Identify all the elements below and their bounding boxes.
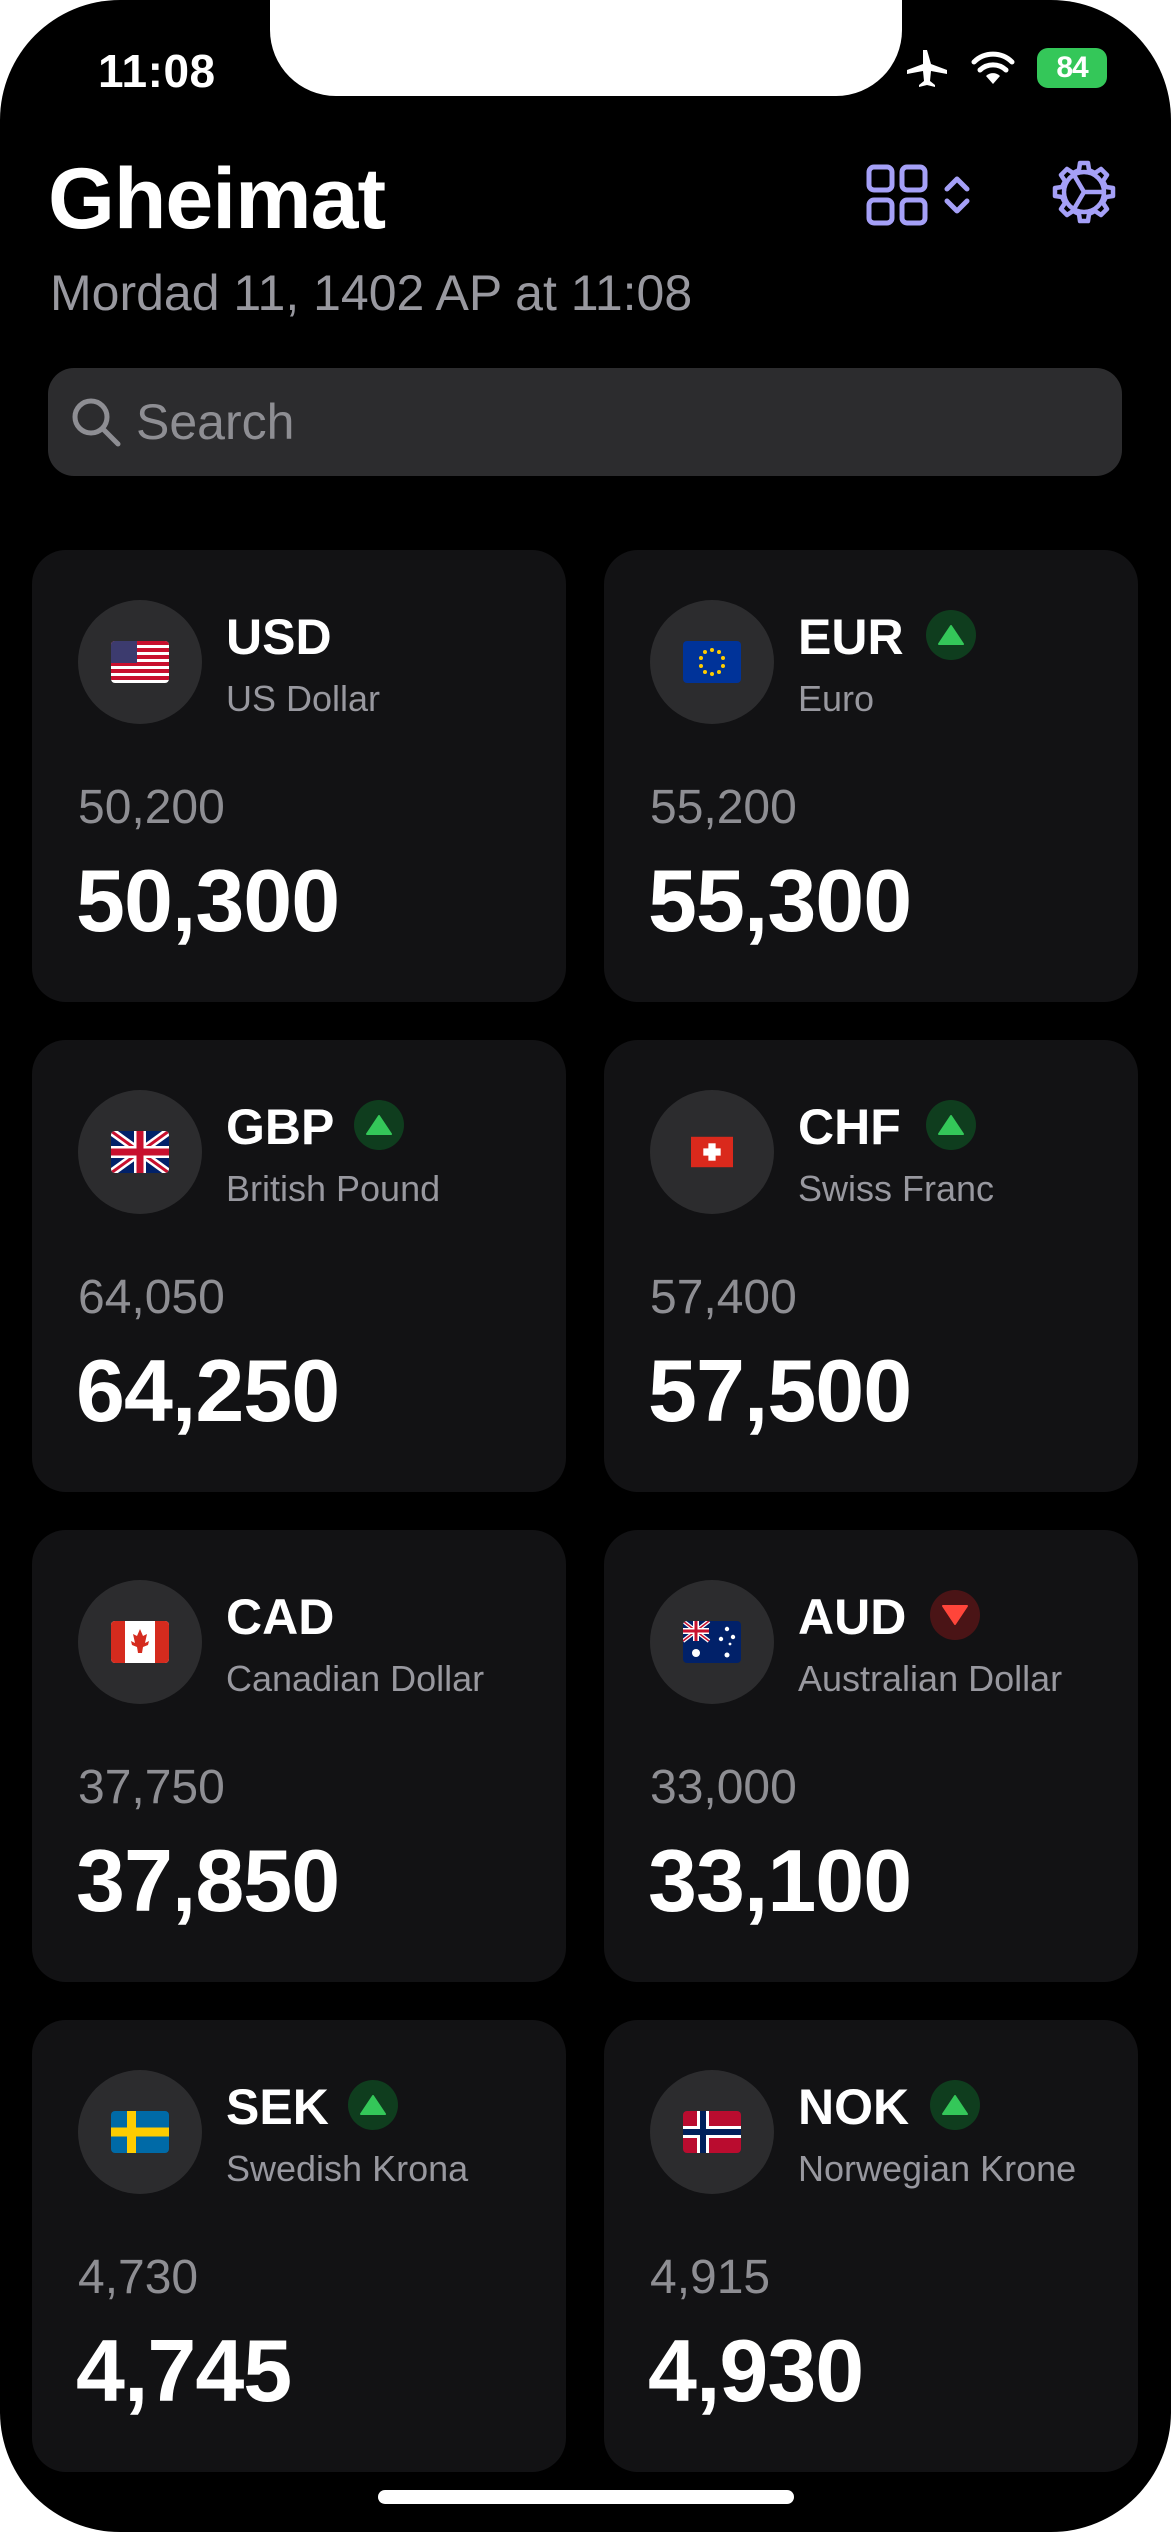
flag-badge xyxy=(650,2070,774,2194)
currency-card-aud[interactable]: AUD Australian Dollar 33,000 33,100 xyxy=(604,1530,1138,1982)
currency-card-usd[interactable]: USD US Dollar 50,200 50,300 xyxy=(32,550,566,1002)
currency-name: Euro xyxy=(798,678,875,719)
flag-badge xyxy=(78,600,202,724)
currency-card-sek[interactable]: SEK Swedish Krona 4,730 4,745 xyxy=(32,2020,566,2472)
currency-code: EUR xyxy=(798,609,904,665)
notch xyxy=(270,0,902,96)
trend-up-badge xyxy=(926,1100,976,1150)
currency-name: Canadian Dollar xyxy=(226,1658,485,1699)
triangle-up-icon xyxy=(360,2095,386,2115)
flag-badge xyxy=(78,1580,202,1704)
flag-badge xyxy=(78,2070,202,2194)
triangle-down-icon xyxy=(942,1605,968,1625)
uk-flag-icon xyxy=(111,1131,169,1173)
currency-card-gbp[interactable]: GBP British Pound 64,050 64,250 xyxy=(32,1040,566,1492)
triangle-up-icon xyxy=(938,625,964,645)
buy-price: 4,915 xyxy=(650,2251,771,2304)
sell-price: 64,250 xyxy=(76,1341,340,1440)
buy-price: 4,730 xyxy=(78,2251,199,2304)
trend-up-badge xyxy=(926,610,976,660)
currency-card-eur[interactable]: EUR Euro 55,200 55,300 xyxy=(604,550,1138,1002)
ca-flag-icon xyxy=(111,1621,169,1663)
battery-level: 84 xyxy=(1056,51,1088,84)
trend-down-badge xyxy=(930,1590,980,1640)
no-flag-icon xyxy=(683,2111,741,2153)
currency-card-chf[interactable]: CHF Swiss Franc 57,400 57,500 xyxy=(604,1040,1138,1492)
flag-badge xyxy=(650,1580,774,1704)
currency-card-nok[interactable]: NOK Norwegian Krone 4,915 4,930 xyxy=(604,2020,1138,2472)
buy-price: 37,750 xyxy=(78,1761,225,1814)
buy-price: 57,400 xyxy=(650,1271,797,1324)
eu-flag-icon xyxy=(683,641,741,683)
currency-name: Norwegian Krone xyxy=(798,2148,1077,2189)
search-field[interactable]: Search xyxy=(48,368,1122,476)
search-icon xyxy=(72,398,121,447)
layout-toggle-button[interactable] xyxy=(866,160,986,230)
buy-price: 50,200 xyxy=(78,781,225,834)
currency-name: US Dollar xyxy=(226,678,381,719)
currency-card-cad[interactable]: CAD Canadian Dollar 37,750 37,850 xyxy=(32,1530,566,1982)
buy-price: 55,200 xyxy=(650,781,797,834)
sell-price: 57,500 xyxy=(648,1341,912,1440)
currency-name: British Pound xyxy=(226,1168,441,1209)
currency-code: SEK xyxy=(226,2079,329,2135)
trend-up-badge xyxy=(930,2080,980,2130)
currency-code: USD xyxy=(226,609,332,665)
home-indicator[interactable] xyxy=(378,2490,794,2504)
search-placeholder: Search xyxy=(136,394,295,450)
sell-price: 4,930 xyxy=(648,2321,864,2420)
triangle-up-icon xyxy=(942,2095,968,2115)
flag-badge xyxy=(78,1090,202,1214)
currency-code: GBP xyxy=(226,1099,335,1155)
phone-screen: 11:08 84 Gheimat Mordad 11, 1402 AP at 1… xyxy=(0,0,1171,2532)
sell-price: 33,100 xyxy=(648,1831,912,1930)
wifi-icon xyxy=(971,51,1015,84)
buy-price: 64,050 xyxy=(78,1271,225,1324)
status-icons: 84 xyxy=(905,48,1107,88)
currency-name: Swedish Krona xyxy=(226,2148,469,2189)
us-flag-icon xyxy=(111,641,169,683)
sell-price: 37,850 xyxy=(76,1831,340,1930)
trend-up-badge xyxy=(348,2080,398,2130)
chevron-up-down-icon xyxy=(944,176,970,214)
currency-code: AUD xyxy=(798,1589,907,1645)
currency-code: CHF xyxy=(798,1099,901,1155)
page-title: Gheimat xyxy=(48,151,386,247)
currency-name: Swiss Franc xyxy=(798,1168,995,1209)
flag-badge xyxy=(650,600,774,724)
flag-badge xyxy=(650,1090,774,1214)
se-flag-icon xyxy=(111,2111,169,2153)
triangle-up-icon xyxy=(366,1115,392,1135)
battery-indicator: 84 xyxy=(1037,48,1107,88)
au-flag-icon xyxy=(683,1621,741,1663)
buy-price: 33,000 xyxy=(650,1761,797,1814)
trend-up-badge xyxy=(354,1100,404,1150)
settings-gear-icon[interactable] xyxy=(1052,160,1116,224)
currency-name: Australian Dollar xyxy=(798,1658,1063,1699)
ch-flag-icon xyxy=(691,1136,733,1168)
sell-price: 50,300 xyxy=(76,851,340,950)
grid-icon xyxy=(866,164,928,226)
sell-price: 4,745 xyxy=(76,2321,292,2420)
sell-price: 55,300 xyxy=(648,851,912,950)
currency-code: CAD xyxy=(226,1589,335,1645)
currency-code: NOK xyxy=(798,2079,910,2135)
last-updated-date: Mordad 11, 1402 AP at 11:08 xyxy=(50,265,693,321)
triangle-up-icon xyxy=(938,1115,964,1135)
status-time: 11:08 xyxy=(98,45,216,97)
airplane-icon xyxy=(907,50,947,87)
